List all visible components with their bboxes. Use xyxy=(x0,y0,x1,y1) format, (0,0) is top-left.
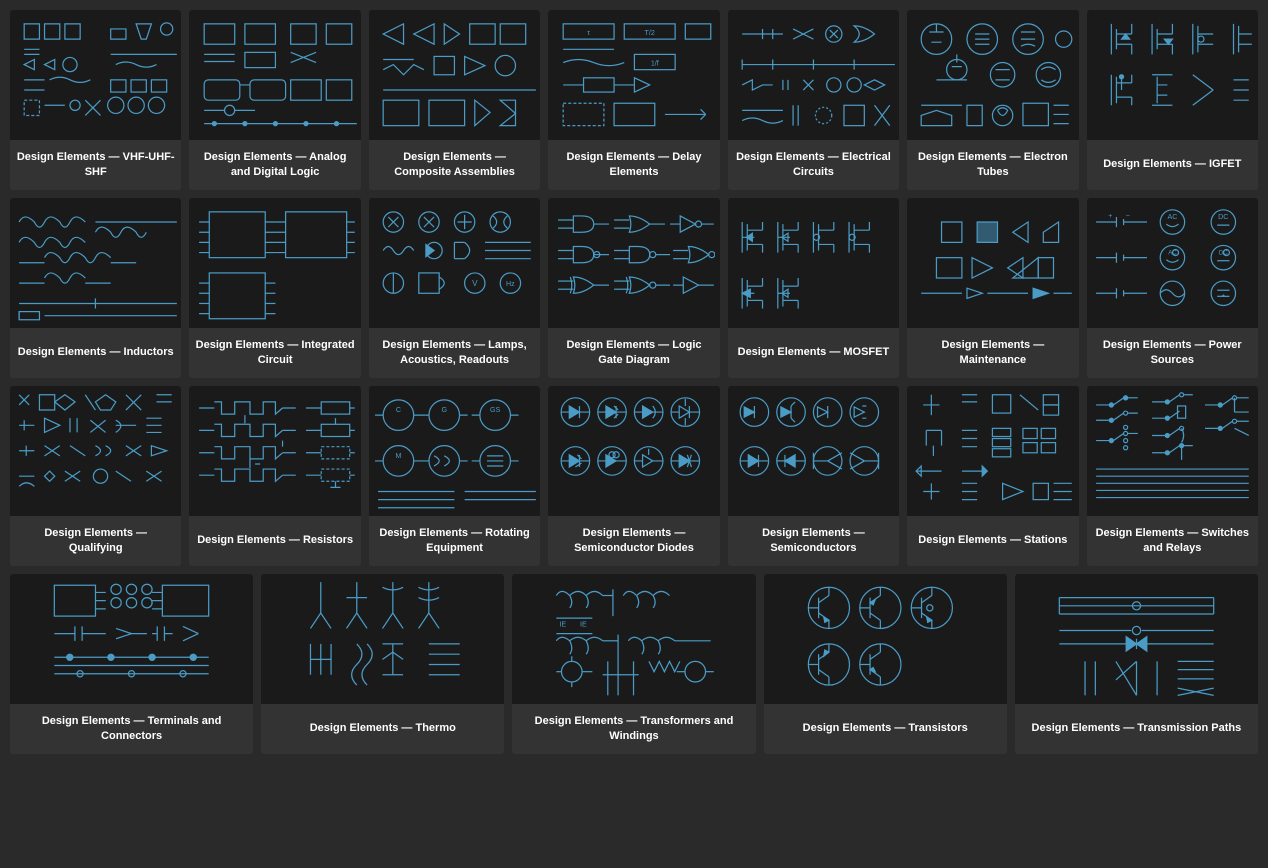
card-label-electrical: Design Elements — Electrical Circuits xyxy=(728,140,899,190)
card-label-igfet: Design Elements — IGFET xyxy=(1087,140,1258,190)
card-electron-tubes[interactable]: Design Elements — Electron Tubes xyxy=(907,10,1078,190)
card-image-stations xyxy=(907,386,1078,516)
card-integrated[interactable]: Design Elements — Integrated Circuit xyxy=(189,198,360,378)
card-label-mosfet: Design Elements — MOSFET xyxy=(728,328,899,378)
svg-text:V: V xyxy=(472,279,478,288)
card-logic-gate[interactable]: Design Elements — Logic Gate Diagram xyxy=(548,198,719,378)
card-image-electrical xyxy=(728,10,899,140)
card-thermo[interactable]: Design Elements — Thermo xyxy=(261,574,504,754)
card-label-switches-relays: Design Elements — Switches and Relays xyxy=(1087,516,1258,566)
card-label-rotating: Design Elements — Rotating Equipment xyxy=(369,516,540,566)
card-image-vhf xyxy=(10,10,181,140)
card-igfet[interactable]: Design Elements — IGFET xyxy=(1087,10,1258,190)
card-label-stations: Design Elements — Stations xyxy=(907,516,1078,566)
card-image-rotating: C G GS M xyxy=(369,386,540,516)
card-label-logic-gate: Design Elements — Logic Gate Diagram xyxy=(548,328,719,378)
svg-text:GS: GS xyxy=(490,406,501,414)
card-power-sources[interactable]: + − AC DC AC xyxy=(1087,198,1258,378)
card-image-electron-tubes xyxy=(907,10,1078,140)
card-inductors[interactable]: Design Elements — Inductors xyxy=(10,198,181,378)
card-label-semiconductor-diodes: Design Elements — Semiconductor Diodes xyxy=(548,516,719,566)
card-analog-digital[interactable]: Design Elements — Analog and Digital Log… xyxy=(189,10,360,190)
card-image-integrated xyxy=(189,198,360,328)
card-label-composite: Design Elements — Composite Assemblies xyxy=(369,140,540,190)
svg-text:+: + xyxy=(1108,212,1112,220)
svg-text:DC: DC xyxy=(1218,213,1228,221)
card-image-logic-gate xyxy=(548,198,719,328)
row-1: Design Elements — VHF-UHF-SHF xyxy=(10,10,1258,190)
card-switches-relays[interactable]: Design Elements — Switches and Relays xyxy=(1087,386,1258,566)
svg-text:+: + xyxy=(1221,293,1225,300)
row-2: Design Elements — Inductors xyxy=(10,198,1258,378)
card-label-electron-tubes: Design Elements — Electron Tubes xyxy=(907,140,1078,190)
card-transformers[interactable]: IE IE xyxy=(512,574,755,754)
card-label-transmission: Design Elements — Transmission Paths xyxy=(1015,704,1258,754)
card-label-resistors: Design Elements — Resistors xyxy=(189,516,360,566)
card-image-transmission xyxy=(1015,574,1258,704)
card-resistors[interactable]: Design Elements — Resistors xyxy=(189,386,360,566)
svg-text:1/f: 1/f xyxy=(650,60,658,68)
card-image-thermo xyxy=(261,574,504,704)
card-label-thermo: Design Elements — Thermo xyxy=(261,704,504,754)
card-electrical[interactable]: Design Elements — Electrical Circuits xyxy=(728,10,899,190)
card-image-igfet xyxy=(1087,10,1258,140)
card-label-delay: Design Elements — Delay Elements xyxy=(548,140,719,190)
card-stations[interactable]: Design Elements — Stations xyxy=(907,386,1078,566)
card-image-qualifying xyxy=(10,386,181,516)
card-image-power-sources: + − AC DC AC xyxy=(1087,198,1258,328)
card-transmission[interactable]: Design Elements — Transmission Paths xyxy=(1015,574,1258,754)
card-rotating[interactable]: C G GS M xyxy=(369,386,540,566)
card-label-transistors: Design Elements — Transistors xyxy=(764,704,1007,754)
card-image-semiconductor-diodes xyxy=(548,386,719,516)
card-image-inductors xyxy=(10,198,181,328)
svg-text:IE: IE xyxy=(580,620,587,629)
card-label-terminals: Design Elements — Terminals and Connecto… xyxy=(10,704,253,754)
card-label-inductors: Design Elements — Inductors xyxy=(10,328,181,378)
card-maintenance[interactable]: Design Elements — Maintenance xyxy=(907,198,1078,378)
card-label-qualifying: Design Elements — Qualifying xyxy=(10,516,181,566)
card-terminals[interactable]: Design Elements — Terminals and Connecto… xyxy=(10,574,253,754)
card-image-transformers: IE IE xyxy=(512,574,755,704)
card-vhf-uhf-shf[interactable]: Design Elements — VHF-UHF-SHF xyxy=(10,10,181,190)
svg-text:τ: τ xyxy=(587,29,590,37)
card-transistors[interactable]: Design Elements — Transistors xyxy=(764,574,1007,754)
svg-text:Hz: Hz xyxy=(506,280,515,288)
card-image-composite xyxy=(369,10,540,140)
card-label-transformers: Design Elements — Transformers and Windi… xyxy=(512,704,755,754)
card-composite[interactable]: Design Elements — Composite Assemblies xyxy=(369,10,540,190)
card-image-switches-relays xyxy=(1087,386,1258,516)
svg-text:G: G xyxy=(442,406,448,414)
card-image-maintenance xyxy=(907,198,1078,328)
row-4: Design Elements — Terminals and Connecto… xyxy=(10,574,1258,754)
card-label-vhf: Design Elements — VHF-UHF-SHF xyxy=(10,140,181,190)
card-label-maintenance: Design Elements — Maintenance xyxy=(907,328,1078,378)
card-image-transistors xyxy=(764,574,1007,704)
svg-text:IE: IE xyxy=(560,620,567,629)
card-label-semiconductors: Design Elements — Semiconductors xyxy=(728,516,899,566)
svg-text:M: M xyxy=(396,452,402,460)
card-image-lamps: V Hz xyxy=(369,198,540,328)
card-image-semiconductors xyxy=(728,386,899,516)
card-label-integrated: Design Elements — Integrated Circuit xyxy=(189,328,360,378)
svg-text:−: − xyxy=(1125,212,1129,220)
card-mosfet[interactable]: Design Elements — MOSFET xyxy=(728,198,899,378)
card-semiconductors[interactable]: Design Elements — Semiconductors xyxy=(728,386,899,566)
card-label-analog: Design Elements — Analog and Digital Log… xyxy=(189,140,360,190)
svg-text:T/2: T/2 xyxy=(644,29,654,37)
card-image-resistors xyxy=(189,386,360,516)
card-label-power-sources: Design Elements — Power Sources xyxy=(1087,328,1258,378)
card-label-lamps: Design Elements — Lamps, Acoustics, Read… xyxy=(369,328,540,378)
svg-text:C: C xyxy=(396,406,401,414)
card-image-terminals xyxy=(10,574,253,704)
row-3: Design Elements — Qualifying xyxy=(10,386,1258,566)
svg-text:AC: AC xyxy=(1167,213,1177,221)
card-image-delay: τ T/2 1/f xyxy=(548,10,719,140)
card-image-mosfet xyxy=(728,198,899,328)
card-lamps[interactable]: V Hz Design Elements — Lamps, Acoustics,… xyxy=(369,198,540,378)
card-semiconductor-diodes[interactable]: Design Elements — Semiconductor Diodes xyxy=(548,386,719,566)
card-image-analog xyxy=(189,10,360,140)
card-qualifying[interactable]: Design Elements — Qualifying xyxy=(10,386,181,566)
card-delay[interactable]: τ T/2 1/f xyxy=(548,10,719,190)
